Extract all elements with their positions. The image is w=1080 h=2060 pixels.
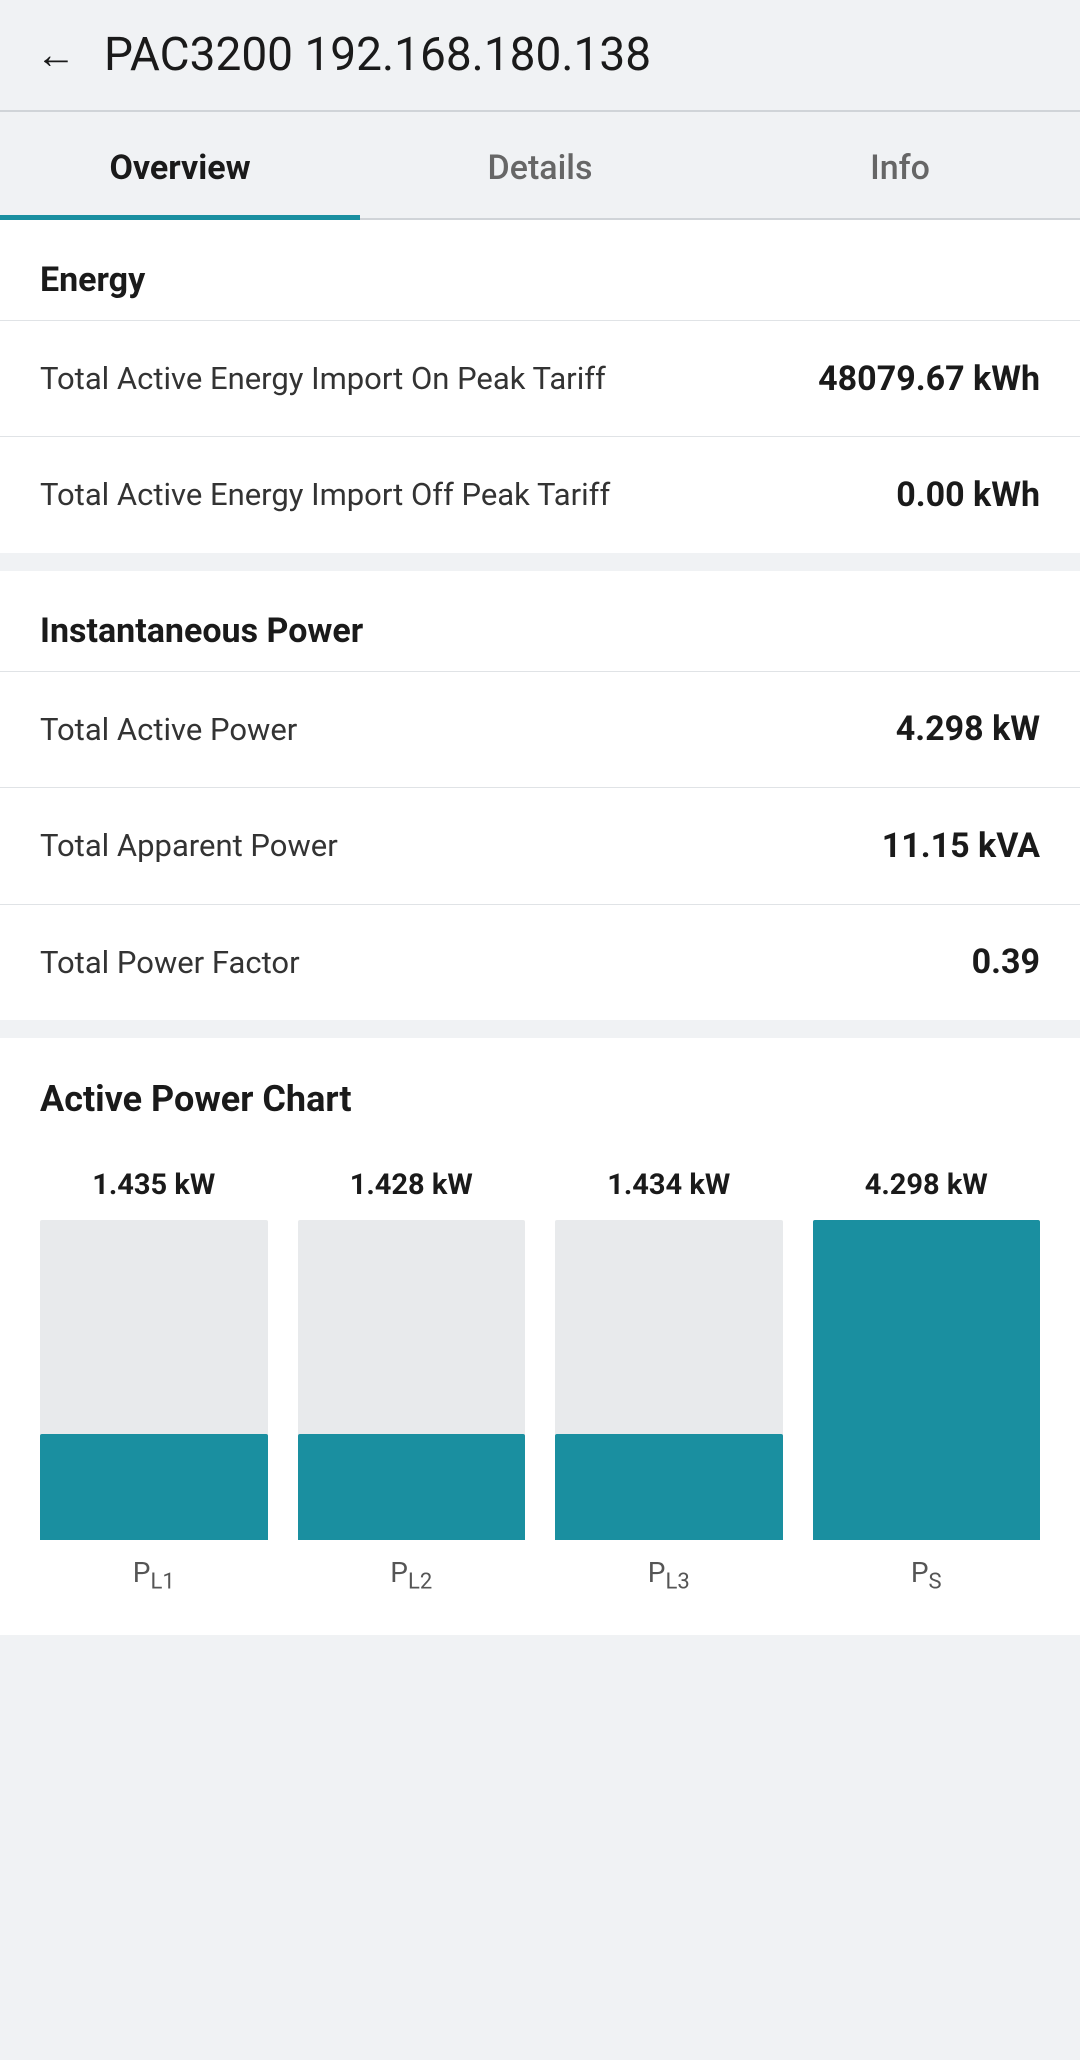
tab-details[interactable]: Details <box>360 112 720 218</box>
chart-section: Active Power Chart 1.435 kW PL1 1.428 kW PL… <box>0 1038 1080 1635</box>
bar-axis-label: PL2 <box>390 1556 432 1595</box>
bar-container <box>40 1220 268 1540</box>
table-row: Total Power Factor 0.39 <box>0 904 1080 1020</box>
table-row: Total Apparent Power 11.15 kVA <box>0 787 1080 903</box>
bar-column: 1.428 kW PL2 <box>298 1168 526 1595</box>
bar-value-label: 4.298 kW <box>865 1168 988 1202</box>
energy-import-off-peak-value: 0.00 kWh <box>896 475 1040 515</box>
total-power-factor-value: 0.39 <box>972 942 1040 982</box>
bar-value-label: 1.434 kW <box>607 1168 730 1202</box>
bar-axis-label: PL1 <box>133 1556 175 1595</box>
bar-column: 1.434 kW PL3 <box>555 1168 783 1595</box>
bar-fill <box>813 1220 1041 1540</box>
energy-import-on-peak-label: Total Active Energy Import On Peak Tarif… <box>40 357 640 400</box>
tab-bar: Overview Details Info <box>0 112 1080 220</box>
total-active-power-label: Total Active Power <box>40 708 640 751</box>
energy-section-title: Energy <box>0 220 1080 320</box>
bar-container <box>298 1220 526 1540</box>
energy-section: Energy Total Active Energy Import On Pea… <box>0 220 1080 553</box>
bar-axis-label: PL3 <box>648 1556 690 1595</box>
bar-axis-label: PS <box>911 1556 942 1595</box>
bar-value-label: 1.428 kW <box>350 1168 473 1202</box>
bar-column: 1.435 kW PL1 <box>40 1168 268 1595</box>
total-apparent-power-label: Total Apparent Power <box>40 824 640 867</box>
header: ← PAC3200 192.168.180.138 <box>0 0 1080 112</box>
instantaneous-section: Instantaneous Power Total Active Power 4… <box>0 571 1080 1020</box>
instantaneous-section-title: Instantaneous Power <box>0 571 1080 671</box>
total-active-power-value: 4.298 kW <box>896 709 1040 749</box>
total-power-factor-label: Total Power Factor <box>40 941 640 984</box>
bar-value-label: 1.435 kW <box>92 1168 215 1202</box>
bar-chart: 1.435 kW PL1 1.428 kW PL2 1.434 kW PL3 4.298 k… <box>40 1168 1040 1595</box>
bar-container <box>555 1220 783 1540</box>
bar-column: 4.298 kW PS <box>813 1168 1041 1595</box>
energy-import-on-peak-value: 48079.67 kWh <box>818 359 1040 399</box>
table-row: Total Active Energy Import On Peak Tarif… <box>0 320 1080 436</box>
table-row: Total Active Power 4.298 kW <box>0 671 1080 787</box>
tab-overview[interactable]: Overview <box>0 112 360 218</box>
back-button[interactable]: ← <box>36 35 76 75</box>
energy-import-off-peak-label: Total Active Energy Import Off Peak Tari… <box>40 473 640 516</box>
bar-fill <box>40 1434 268 1540</box>
tab-info[interactable]: Info <box>720 112 1080 218</box>
bar-fill <box>555 1434 783 1540</box>
bar-fill <box>298 1434 526 1540</box>
total-apparent-power-value: 11.15 kVA <box>882 826 1040 866</box>
page-title: PAC3200 192.168.180.138 <box>104 28 651 82</box>
chart-title: Active Power Chart <box>40 1078 1040 1120</box>
bar-container <box>813 1220 1041 1540</box>
table-row: Total Active Energy Import Off Peak Tari… <box>0 436 1080 552</box>
